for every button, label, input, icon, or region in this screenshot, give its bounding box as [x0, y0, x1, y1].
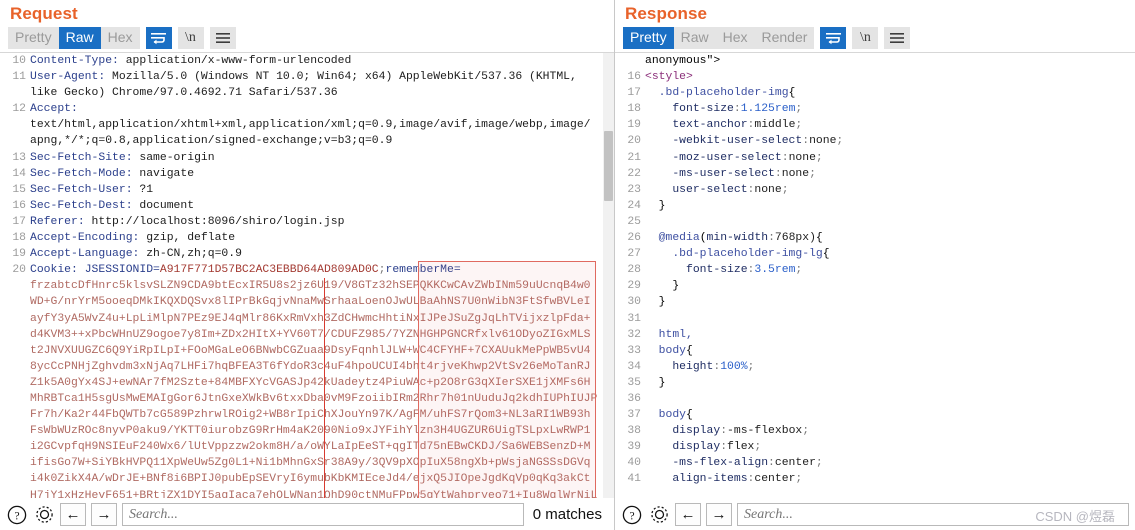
response-search-slot: CSDN @煜磊: [737, 503, 1129, 526]
request-match-count: 0 matches: [532, 506, 602, 523]
response-menu-icon[interactable]: [884, 27, 911, 49]
request-newline-label: \n: [185, 30, 196, 45]
request-panel-title: Request: [10, 4, 78, 23]
response-newline-icon[interactable]: \n: [852, 27, 879, 49]
request-newline-icon[interactable]: \n: [177, 27, 204, 49]
response-tab-raw[interactable]: Raw: [673, 27, 716, 49]
request-code[interactable]: 10 11 12 13 14 15 16 17 18 19 20 Content-Type: app…: [0, 53, 614, 498]
response-search-next-button[interactable]: →: [706, 503, 732, 526]
response-panel-title: Response: [625, 4, 708, 23]
request-bottom-bar: ? ← → 0 matches: [0, 498, 614, 530]
request-search-input[interactable]: [122, 503, 524, 526]
response-code[interactable]: 16 17 18 19 20 21 22 23 24 25 26 27 28 29 30 31 32 33 34 35…: [615, 53, 1135, 498]
request-line-numbers: 10 11 12 13 14 15 16 17 18 19 20: [12, 55, 26, 277]
burp-message-editor: Request Pretty Raw Hex \n 10 11 12 13 14…: [0, 0, 1135, 530]
request-tab-hex[interactable]: Hex: [100, 27, 140, 49]
response-line-numbers: 16 17 18 19 20 21 22 23 24 25 26 27 28 29 30 31 32 33 34 35…: [627, 71, 641, 486]
response-tabbar: Pretty Raw Hex Render \n: [615, 26, 1135, 52]
gear-icon[interactable]: [33, 504, 55, 526]
request-word-wrap-icon[interactable]: [145, 27, 172, 49]
response-tab-render[interactable]: Render: [754, 27, 815, 49]
gear-icon[interactable]: [648, 504, 670, 526]
search-prev-button[interactable]: ←: [60, 503, 86, 526]
search-next-button[interactable]: →: [91, 503, 117, 526]
response-panel: Response Pretty Raw Hex Render \n 16 17 …: [615, 0, 1135, 530]
request-scrollbar-thumb[interactable]: [604, 131, 613, 201]
request-body-text[interactable]: Content-Type: application/x-www-form-url…: [30, 53, 602, 498]
response-bottom-bar: ? ← → CSDN @煜磊: [615, 498, 1135, 530]
response-word-wrap-icon[interactable]: [820, 27, 847, 49]
request-menu-icon[interactable]: [209, 27, 236, 49]
response-newline-label: \n: [859, 30, 871, 45]
response-code-area[interactable]: 16 17 18 19 20 21 22 23 24 25 26 27 28 29 30 31 32 33 34 35…: [615, 52, 1135, 498]
request-tabbar: Pretty Raw Hex \n: [0, 26, 614, 52]
request-scrollbar[interactable]: [603, 53, 614, 498]
response-tab-hex[interactable]: Hex: [715, 27, 755, 49]
svg-text:?: ?: [14, 510, 19, 522]
response-body-text[interactable]: anonymous"> <style> .bd-placeholder-img{ …: [645, 53, 1123, 488]
response-search-prev-button[interactable]: ←: [675, 503, 701, 526]
question-circle-icon[interactable]: ?: [6, 504, 28, 526]
request-tab-pretty[interactable]: Pretty: [8, 27, 59, 49]
request-tab-raw[interactable]: Raw: [58, 27, 101, 49]
request-code-area[interactable]: 10 11 12 13 14 15 16 17 18 19 20 Content-Type: app…: [0, 52, 614, 498]
csdn-watermark: CSDN @煜磊: [1035, 509, 1115, 524]
svg-text:?: ?: [629, 510, 634, 522]
response-tab-pretty[interactable]: Pretty: [623, 27, 674, 49]
question-circle-icon[interactable]: ?: [621, 504, 643, 526]
request-panel: Request Pretty Raw Hex \n 10 11 12 13 14…: [0, 0, 615, 530]
